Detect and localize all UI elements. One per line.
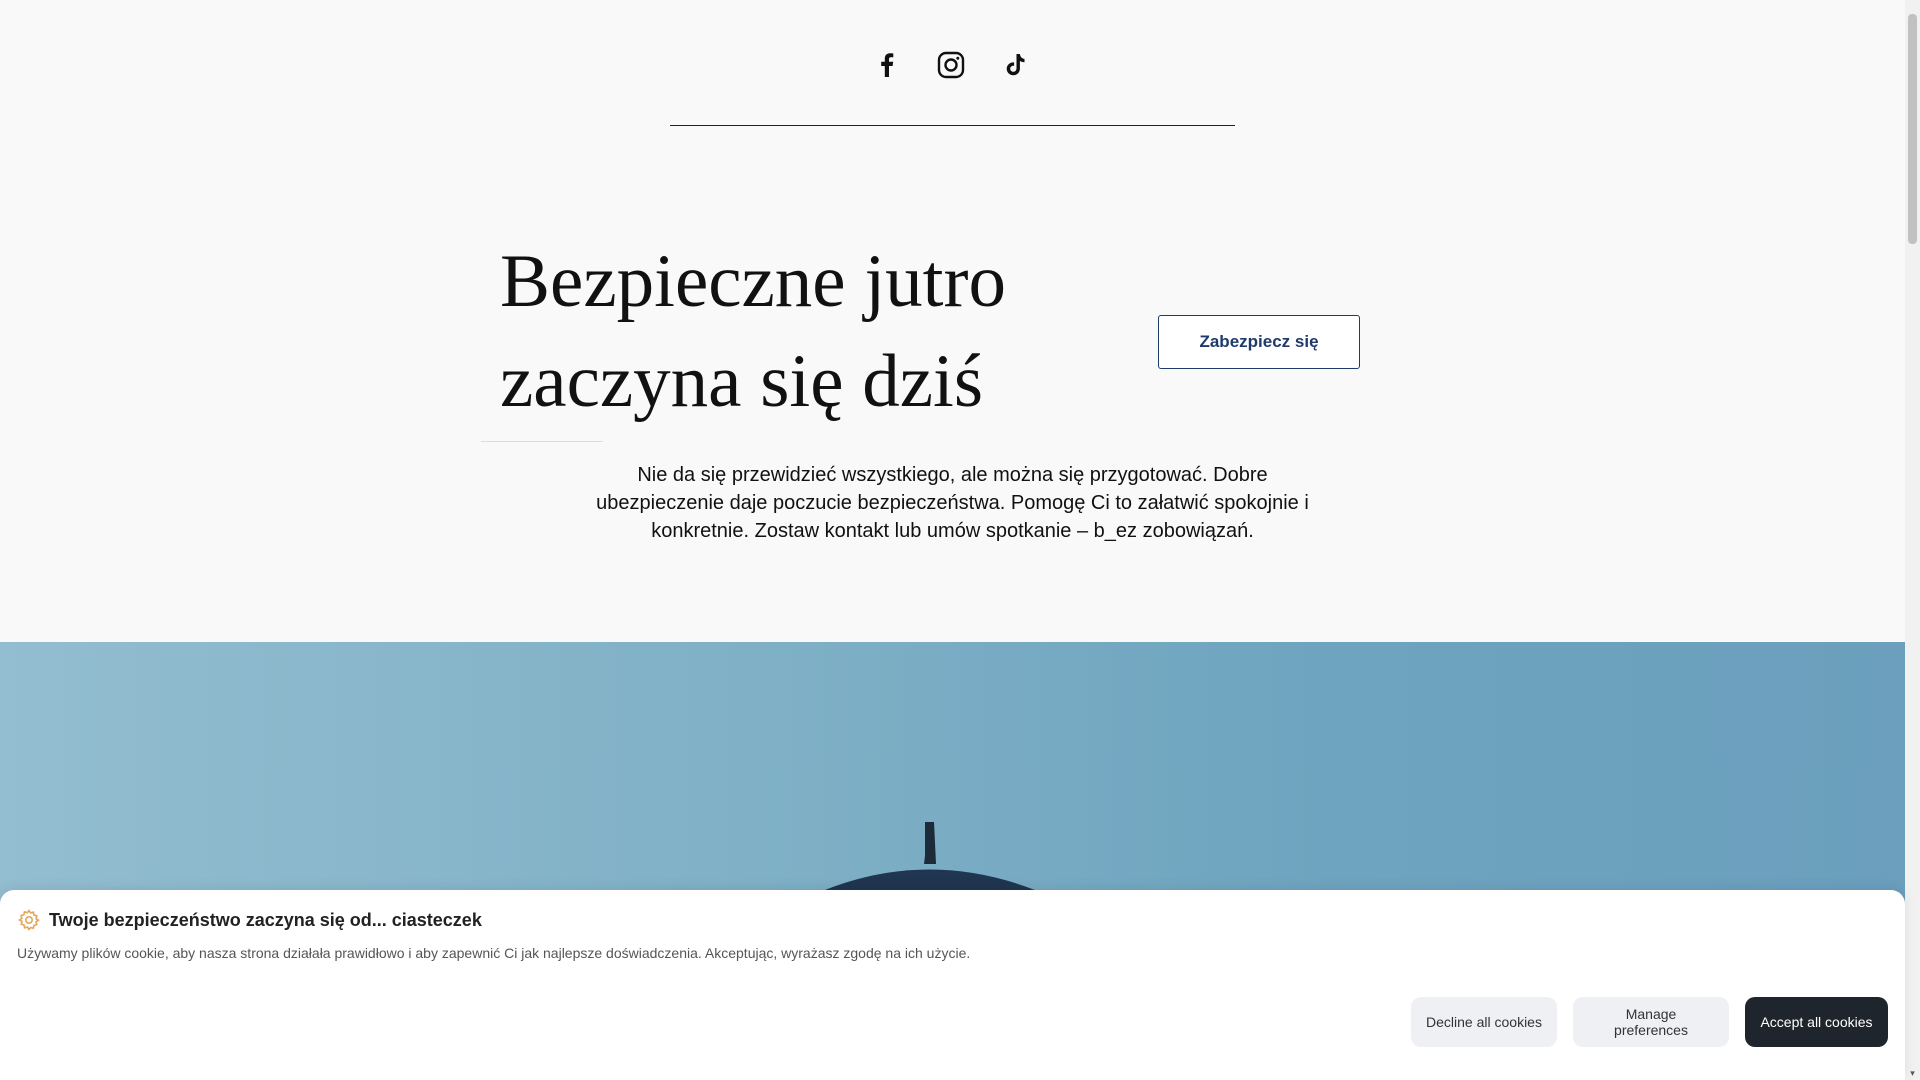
hero-lead-text: Nie da się przewidzieć wszystkiego, ale …: [596, 464, 1309, 542]
scrollbar[interactable]: ▾: [1905, 0, 1920, 1080]
hero-title-line2: zaczyna się dziś: [500, 340, 984, 423]
cookie-header: Twoje bezpieczeństwo zaczyna się od... c…: [17, 908, 482, 932]
instagram-icon: [937, 51, 965, 79]
social-links: [872, 50, 1030, 80]
instagram-link[interactable]: [936, 50, 966, 80]
cookie-description: Używamy plików cookie, aby nasza strona …: [17, 945, 971, 961]
tiktok-icon: [1006, 54, 1025, 76]
manage-preferences-button[interactable]: Manage preferences: [1573, 997, 1729, 1047]
cookie-actions: Decline all cookies Manage preferences A…: [1411, 997, 1888, 1047]
header-divider: [670, 125, 1235, 126]
scrollbar-thumb[interactable]: [1908, 14, 1917, 244]
cookie-banner: Twoje bezpieczeństwo zaczyna się od... c…: [0, 890, 1905, 1080]
accept-cookies-button[interactable]: Accept all cookies: [1745, 997, 1888, 1047]
hero-title: Bezpieczne jutro zaczyna się dziś: [500, 232, 1120, 432]
tiktok-link[interactable]: [1000, 50, 1030, 80]
secure-yourself-button[interactable]: Zabezpiecz się: [1158, 315, 1360, 369]
hero-title-line1: Bezpieczne jutro: [500, 240, 1006, 323]
facebook-icon: [881, 53, 894, 77]
hero-divider: [481, 441, 603, 442]
decline-cookies-button[interactable]: Decline all cookies: [1411, 997, 1557, 1047]
gear-icon: [17, 909, 40, 931]
facebook-link[interactable]: [872, 50, 902, 80]
cookie-title: Twoje bezpieczeństwo zaczyna się od... c…: [49, 909, 482, 930]
scroll-down-arrow-icon[interactable]: ▾: [1908, 1069, 1917, 1078]
